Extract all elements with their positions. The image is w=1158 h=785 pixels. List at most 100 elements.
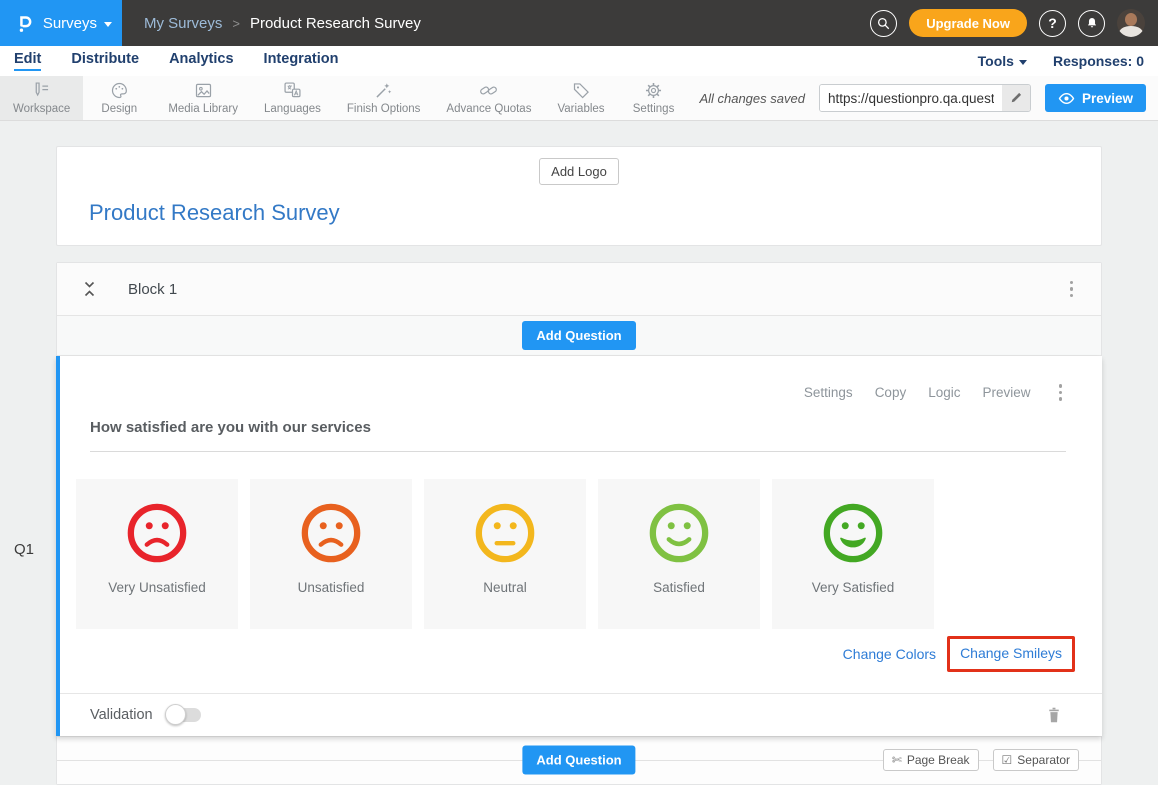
smiley-options: Very UnsatisfiedUnsatisfiedNeutralSatisf…	[76, 479, 1102, 629]
variables-icon	[571, 80, 592, 101]
block-header: Block 1	[57, 263, 1101, 316]
question-action-copy[interactable]: Copy	[875, 385, 907, 400]
annotation-highlight-box: Change Smileys	[947, 636, 1075, 672]
user-avatar[interactable]	[1117, 9, 1145, 37]
question-action-logic[interactable]: Logic	[928, 385, 960, 400]
pencil-icon	[1009, 91, 1023, 105]
smiley-icon	[474, 502, 536, 564]
preview-button[interactable]: Preview	[1045, 84, 1146, 112]
trash-icon	[1046, 706, 1062, 724]
breadcrumb-my-surveys[interactable]: My Surveys	[144, 15, 222, 32]
smiley-option-very-satisfied[interactable]: Very Satisfied	[772, 479, 934, 629]
editor-toolbar: WorkspaceDesignMedia LibraryLanguagesFin…	[0, 76, 1158, 121]
toolbar-items: WorkspaceDesignMedia LibraryLanguagesFin…	[0, 76, 690, 120]
tab-integration[interactable]: Integration	[264, 51, 339, 71]
block-card: Block 1 Add Question Settings Copy Logic Pr…	[56, 262, 1102, 785]
questionpro-app: Surveys My Surveys > Product Research Su…	[0, 0, 1158, 785]
languages-icon	[282, 80, 303, 101]
smiley-option-neutral[interactable]: Neutral	[424, 479, 586, 629]
survey-canvas: Q1 Add Logo Product Research Survey Bloc…	[0, 121, 1158, 785]
add-question-button-top[interactable]: Add Question	[522, 321, 635, 350]
responses-count: Responses: 0	[1053, 53, 1144, 69]
media-library-icon	[193, 80, 214, 101]
collapse-icon	[83, 281, 96, 297]
chevron-down-icon	[104, 22, 112, 27]
smiley-icon	[300, 502, 362, 564]
page-break-button[interactable]: ✄ Page Break	[883, 749, 979, 771]
change-smileys-link[interactable]: Change Smileys	[960, 645, 1062, 661]
tab-distribute[interactable]: Distribute	[71, 51, 139, 71]
block-menu-button[interactable]	[1064, 277, 1080, 302]
edit-url-button[interactable]	[1002, 85, 1030, 111]
question-number: Q1	[14, 541, 34, 558]
question-title[interactable]: How satisfied are you with our services	[90, 419, 1066, 452]
toolbar-item-media-library[interactable]: Media Library	[155, 76, 251, 120]
breadcrumb-separator: >	[232, 16, 240, 31]
bell-icon	[1085, 16, 1099, 30]
toolbar-right: All changes saved Preview	[699, 76, 1158, 120]
kebab-icon	[1070, 281, 1074, 285]
toolbar-item-finish-options[interactable]: Finish Options	[334, 76, 434, 120]
advance-quotas-icon	[478, 80, 499, 101]
scissors-icon: ✄	[892, 753, 902, 767]
toolbar-item-workspace[interactable]: Workspace	[0, 76, 83, 120]
product-label: Surveys	[43, 15, 97, 32]
survey-subnav: Edit Distribute Analytics Integration Tools…	[0, 46, 1158, 76]
surveys-product-menu[interactable]: Surveys	[0, 0, 122, 46]
question-mark-icon: ?	[1048, 15, 1057, 31]
survey-url-input[interactable]	[820, 85, 1002, 111]
subnav-right: Tools Responses: 0	[978, 53, 1144, 69]
questionpro-logo	[14, 12, 36, 34]
notifications-button[interactable]	[1078, 10, 1105, 37]
question-card: Settings Copy Logic Preview How satisfied a…	[56, 356, 1102, 736]
settings-icon	[643, 80, 664, 101]
toolbar-item-design[interactable]: Design	[83, 76, 155, 120]
smiley-option-unsatisfied[interactable]: Unsatisfied	[250, 479, 412, 629]
validation-toggle[interactable]	[167, 708, 201, 722]
question-actions: Settings Copy Logic Preview	[60, 356, 1102, 405]
search-icon	[876, 16, 891, 31]
survey-title[interactable]: Product Research Survey	[89, 200, 1101, 226]
question-action-settings[interactable]: Settings	[804, 385, 853, 400]
finish-options-icon	[373, 80, 394, 101]
separator-button[interactable]: ☑ Separator	[993, 749, 1079, 771]
tab-edit[interactable]: Edit	[14, 51, 41, 71]
survey-url-box	[819, 84, 1031, 112]
breadcrumb-current: Product Research Survey	[250, 15, 421, 32]
smiley-icon	[822, 502, 884, 564]
smiley-option-satisfied[interactable]: Satisfied	[598, 479, 760, 629]
toolbar-item-advance-quotas[interactable]: Advance Quotas	[433, 76, 544, 120]
question-menu-button[interactable]	[1053, 380, 1069, 405]
help-button[interactable]: ?	[1039, 10, 1066, 37]
validation-label: Validation	[90, 707, 153, 723]
add-question-button-bottom[interactable]: Add Question	[522, 746, 635, 775]
topbar: Surveys My Surveys > Product Research Su…	[0, 0, 1158, 46]
toolbar-item-variables[interactable]: Variables	[544, 76, 617, 120]
tools-menu[interactable]: Tools	[978, 53, 1027, 69]
question-links: Change Colors Change Smileys	[60, 636, 1075, 672]
upgrade-now-button[interactable]: Upgrade Now	[909, 9, 1027, 37]
block-title[interactable]: Block 1	[128, 281, 177, 298]
toolbar-item-languages[interactable]: Languages	[251, 76, 334, 120]
change-colors-link[interactable]: Change Colors	[843, 646, 936, 662]
delete-question-button[interactable]	[1046, 706, 1062, 724]
add-question-strip-top: Add Question	[57, 316, 1101, 356]
toolbar-item-settings[interactable]: Settings	[618, 76, 690, 120]
search-button[interactable]	[870, 10, 897, 37]
survey-header-card: Add Logo Product Research Survey	[56, 146, 1102, 246]
workspace-icon	[31, 80, 52, 101]
smiley-icon	[126, 502, 188, 564]
question-action-preview[interactable]: Preview	[982, 385, 1030, 400]
smiley-icon	[648, 502, 710, 564]
collapse-block-button[interactable]	[83, 281, 96, 297]
avatar-photo	[1125, 13, 1137, 26]
topbar-actions: Upgrade Now ?	[870, 9, 1158, 37]
eye-icon	[1058, 92, 1075, 105]
smiley-option-very-unsatisfied[interactable]: Very Unsatisfied	[76, 479, 238, 629]
add-question-strip-bottom: Add Question ✄ Page Break ☑ Separator	[57, 736, 1101, 784]
tab-analytics[interactable]: Analytics	[169, 51, 233, 71]
chevron-down-icon	[1019, 60, 1027, 65]
add-logo-button[interactable]: Add Logo	[539, 158, 619, 185]
checkbox-checked-icon: ☑	[1002, 753, 1013, 767]
validation-row: Validation	[60, 693, 1102, 736]
